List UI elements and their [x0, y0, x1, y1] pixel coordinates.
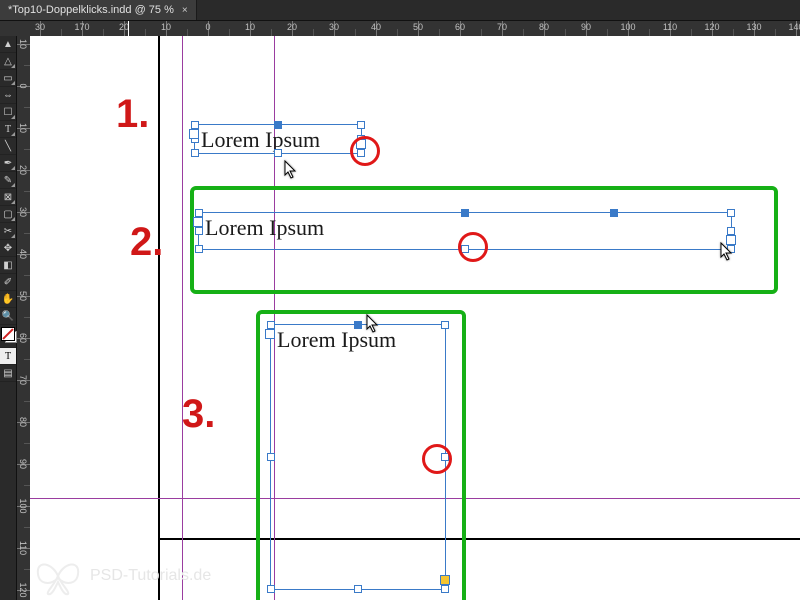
annotation-number-1: 1. [116, 92, 149, 137]
text-out-port[interactable] [726, 235, 736, 245]
annotation-circle-1 [350, 136, 380, 166]
annotation-circle-2 [458, 232, 488, 262]
selection-handle[interactable] [441, 585, 449, 593]
selection-handle[interactable] [727, 227, 735, 235]
screen-mode-icon[interactable]: ▤ [0, 365, 16, 382]
cursor-icon-1 [284, 160, 298, 180]
line-tool-icon[interactable]: ╲ [0, 138, 16, 155]
selection-handle[interactable] [727, 245, 735, 253]
selection-handle[interactable] [191, 121, 199, 129]
butterfly-icon [34, 556, 82, 596]
selection-handle[interactable] [354, 585, 362, 593]
selection-handle[interactable] [274, 121, 282, 129]
type-tool-icon[interactable]: T [0, 121, 16, 138]
selection-handle[interactable] [274, 149, 282, 157]
pen-tool-icon[interactable]: ✒ [0, 155, 16, 172]
rectangle-tool-icon[interactable]: ▢ [0, 206, 16, 223]
gap-tool-icon[interactable]: ⇔ [0, 87, 16, 104]
selection-handle[interactable] [191, 149, 199, 157]
app-root: *Top10-Doppelklicks.indd @ 75 % × 301702… [0, 0, 800, 600]
selection-handle[interactable] [727, 209, 735, 217]
document-tab[interactable]: *Top10-Doppelklicks.indd @ 75 % × [0, 0, 197, 20]
selection-handle[interactable] [195, 209, 203, 217]
text-in-port[interactable] [193, 217, 203, 227]
annotation-number-3: 3. [182, 392, 215, 437]
content-collector-tool-icon[interactable]: ☐ [0, 104, 16, 121]
rectangle-frame-tool-icon[interactable]: ⊠ [0, 189, 16, 206]
format-container-icon[interactable]: T [0, 348, 16, 365]
text-frame-1-content: Lorem Ipsum [201, 127, 320, 153]
selection-handle[interactable] [267, 453, 275, 461]
pencil-tool-icon[interactable]: ✎ [0, 172, 16, 189]
selection-handle[interactable] [267, 585, 275, 593]
selection-handle[interactable] [354, 321, 362, 329]
text-in-port[interactable] [189, 129, 199, 139]
watermark-text: PSD-Tutorials.de [90, 567, 211, 585]
selection-handle[interactable] [441, 321, 449, 329]
zoom-tool-icon[interactable]: 🔍 [0, 308, 16, 325]
selection-handle[interactable] [195, 245, 203, 253]
vertical-ruler[interactable]: 100102030405060708090100110120 [16, 36, 31, 600]
selection-handle[interactable] [461, 209, 469, 217]
text-frame-1[interactable]: Lorem Ipsum [194, 124, 362, 154]
document-tab-title: *Top10-Doppelklicks.indd @ 75 % [8, 4, 174, 16]
selection-tool-icon[interactable]: ▲ [0, 36, 16, 53]
annotation-number-2: 2. [130, 220, 163, 265]
text-out-port[interactable] [440, 575, 450, 585]
document-tab-bar: *Top10-Doppelklicks.indd @ 75 % × [0, 0, 800, 20]
gradient-tool-icon[interactable]: ◧ [0, 257, 16, 274]
page-edge-bottom [158, 538, 800, 540]
text-frame-3[interactable]: Lorem Ipsum [270, 324, 446, 590]
text-frame-3-content: Lorem Ipsum [277, 327, 396, 353]
selection-handle[interactable] [195, 227, 203, 235]
text-in-port[interactable] [265, 329, 275, 339]
eyedropper-tool-icon[interactable]: ✐ [0, 274, 16, 291]
page-tool-icon[interactable]: ▭ [0, 70, 16, 87]
vertical-guide-1[interactable] [182, 36, 183, 600]
tools-panel: ▲ △ ▭ ⇔ ☐ T ╲ ✒ ✎ ⊠ ▢ ✂ ✥ ◧ ✐ ✋ 🔍 T ▤ [0, 36, 17, 600]
selection-reference-point[interactable] [610, 209, 618, 217]
direct-selection-tool-icon[interactable]: △ [0, 53, 16, 70]
scissors-tool-icon[interactable]: ✂ [0, 223, 16, 240]
selection-handle[interactable] [267, 321, 275, 329]
selection-handle[interactable] [357, 121, 365, 129]
watermark: PSD-Tutorials.de [34, 556, 211, 596]
transform-tool-icon[interactable]: ✥ [0, 240, 16, 257]
hand-tool-icon[interactable]: ✋ [0, 291, 16, 308]
text-frame-2-content: Lorem Ipsum [205, 215, 324, 241]
page-edge-left [158, 36, 160, 600]
annotation-circle-3 [422, 444, 452, 474]
fill-stroke-swatch[interactable] [0, 325, 16, 348]
close-icon[interactable]: × [182, 5, 188, 16]
document-canvas[interactable]: 1. 2. 3. Lorem Ipsum Lorem Ipsum Lorem I… [30, 36, 800, 600]
